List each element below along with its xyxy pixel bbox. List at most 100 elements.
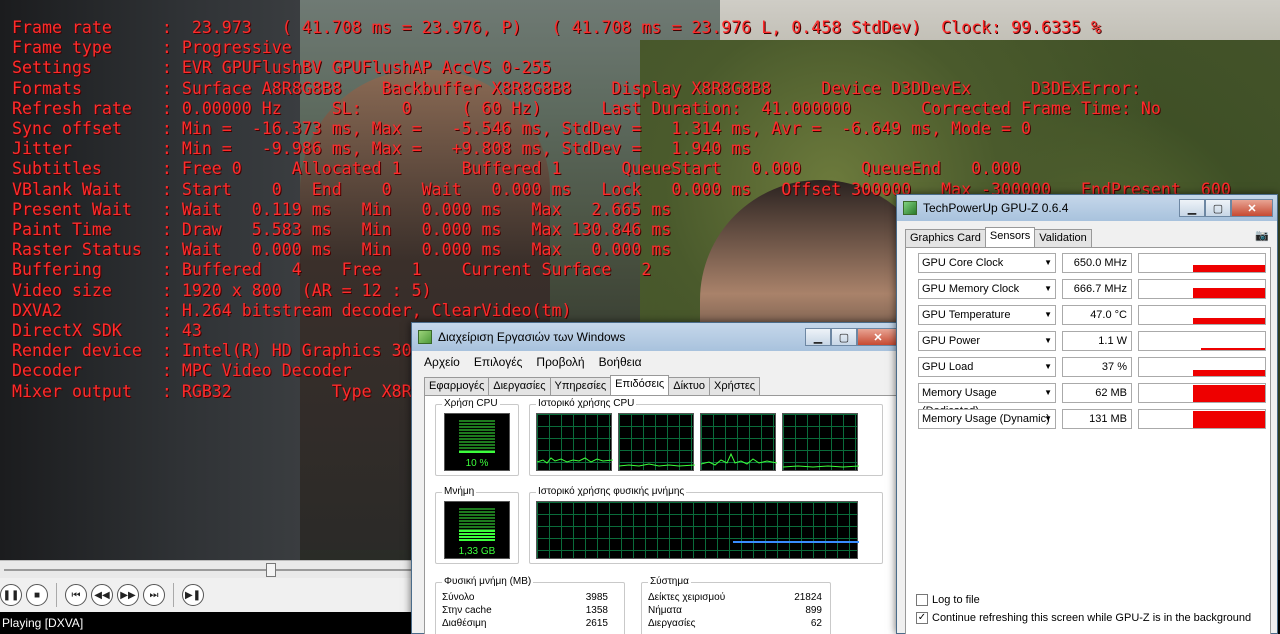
memory-history-label: Ιστορικό χρήσης φυσικής μνήμης xyxy=(536,486,687,497)
sensor-graph-bar xyxy=(1193,370,1265,376)
cpu-core-2-graph xyxy=(618,413,695,471)
stat-row: Διεργασίες 62 xyxy=(648,617,822,630)
menu-item[interactable]: Αρχείο xyxy=(424,355,460,369)
prev-button[interactable]: ⏮ xyxy=(65,584,87,606)
menu-item[interactable]: Επιλογές xyxy=(474,355,523,369)
forward-button[interactable]: ▶▶ xyxy=(117,584,139,606)
stat-label: Σύνολο xyxy=(442,592,475,603)
sensor-graph-bar xyxy=(1193,288,1265,298)
gpuz-maximize-button[interactable]: ▢ xyxy=(1205,199,1231,217)
next-button[interactable]: ⏭ xyxy=(143,584,165,606)
gpuz-title: TechPowerUp GPU-Z 0.6.4 xyxy=(923,201,1069,215)
sensor-row: GPU Load ▼ 37 % xyxy=(918,357,1266,379)
sensors-panel: GPU Core Clock ▼ 650.0 MHz GPU Memory Clock… xyxy=(905,247,1271,634)
sensor-name-dropdown[interactable]: GPU Temperature ▼ xyxy=(918,305,1056,325)
cpu-usage-label: Χρήση CPU xyxy=(442,398,500,409)
stat-label: Στην cache xyxy=(442,605,492,616)
menu-item[interactable]: Προβολή xyxy=(536,355,584,369)
tab-6[interactable]: Χρήστες xyxy=(709,377,761,395)
seek-track xyxy=(4,569,411,571)
sensor-value: 131 MB xyxy=(1062,409,1132,429)
stat-label: Νήματα xyxy=(648,605,682,616)
tab-1[interactable]: Εφαρμογές xyxy=(424,377,490,395)
log-to-file-checkbox[interactable]: Log to file xyxy=(916,594,980,606)
gpuz-tab-3[interactable]: Validation xyxy=(1034,229,1092,247)
memory-meter-fill xyxy=(459,530,495,542)
sensor-value: 1.1 W xyxy=(1062,331,1132,351)
task-manager-titlebar[interactable]: Διαχείριση Εργασιών των Windows ▁ ▢ ✕ xyxy=(412,323,903,351)
sensor-name: GPU Temperature xyxy=(922,309,1011,321)
osd-line: Frame rate : 23.973 ( 41.708 ms = 23.976… xyxy=(12,18,1101,37)
gpuz-tab-2[interactable]: Sensors xyxy=(984,227,1036,247)
stat-row: Διαθέσιμη 2615 xyxy=(442,617,608,630)
controls-separator xyxy=(173,583,174,607)
sensor-graph xyxy=(1138,357,1266,377)
cpu-meter-fill xyxy=(459,450,495,454)
osd-line: Sync offset : Min = -16.373 ms, Max = -5… xyxy=(12,119,1032,139)
rewind-button[interactable]: ◀◀ xyxy=(91,584,113,606)
tab-2[interactable]: Διεργασίες xyxy=(488,377,551,395)
gpuz-titlebar[interactable]: TechPowerUp GPU-Z 0.6.4 ▁ ▢ ✕ xyxy=(897,195,1277,221)
dropdown-arrow-icon: ▼ xyxy=(1044,414,1052,423)
tab-3[interactable]: Υπηρεσίες xyxy=(549,377,612,395)
sensor-name-dropdown[interactable]: Memory Usage (Dynamic) ▼ xyxy=(918,409,1056,429)
memory-history-graph xyxy=(536,501,859,559)
maximize-button[interactable]: ▢ xyxy=(831,328,857,346)
tab-4[interactable]: Επιδόσεις xyxy=(610,375,670,395)
seek-thumb[interactable] xyxy=(266,563,276,577)
tab-5[interactable]: Δίκτυο xyxy=(668,377,710,395)
sensor-name-dropdown[interactable]: Memory Usage (Dedicated)▼ xyxy=(918,383,1056,417)
pause-button[interactable]: ❚❚ xyxy=(0,584,22,606)
camera-icon[interactable]: 📷 xyxy=(1255,229,1269,242)
sensor-graph xyxy=(1138,305,1266,325)
system-stats: Δείκτες χειρισμού 21824 Νήματα 899 Διεργασίε… xyxy=(648,591,822,630)
sensor-name-dropdown[interactable]: GPU Memory Clock ▼ xyxy=(918,279,1056,299)
osd-line: Subtitles : Free 0 Allocated 1 Buffered … xyxy=(12,159,1022,179)
menu-item[interactable]: Βοήθεια xyxy=(599,355,642,369)
memory-history-group: Ιστορικό χρήσης φυσικής μνήμης xyxy=(529,486,883,564)
stop-button[interactable]: ■ xyxy=(26,584,48,606)
sensor-graph xyxy=(1138,279,1266,299)
dropdown-arrow-icon: ▼ xyxy=(1044,310,1052,319)
task-manager-window[interactable]: Διαχείριση Εργασιών των Windows ▁ ▢ ✕ Αρ… xyxy=(411,322,904,634)
continue-refresh-box[interactable]: ✓ xyxy=(916,612,928,624)
gpuz-window[interactable]: TechPowerUp GPU-Z 0.6.4 ▁ ▢ ✕ Graphics C… xyxy=(896,194,1278,634)
task-manager-menu: Αρχείο Επιλογές Προβολή Βοήθεια xyxy=(412,351,903,373)
frame-step-button[interactable]: ▶❚ xyxy=(182,584,204,606)
gpuz-close-button[interactable]: ✕ xyxy=(1231,199,1273,217)
sensor-graph-bar xyxy=(1193,385,1265,402)
stat-label: Διαθέσιμη xyxy=(442,618,487,629)
stat-value: 21824 xyxy=(794,592,822,603)
gpuz-minimize-button[interactable]: ▁ xyxy=(1179,199,1205,217)
dropdown-arrow-icon: ▼ xyxy=(1044,362,1052,371)
sensor-value: 47.0 °C xyxy=(1062,305,1132,325)
sensor-name-dropdown[interactable]: GPU Load ▼ xyxy=(918,357,1056,377)
sensor-graph xyxy=(1138,331,1266,351)
task-manager-title: Διαχείριση Εργασιών των Windows xyxy=(438,330,626,344)
sensor-name-dropdown[interactable]: GPU Core Clock ▼ xyxy=(918,253,1056,273)
desktop: Frame rate : 23.973 ( 41.708 ms = 23.976… xyxy=(0,0,1280,634)
osd-line: Frame type : Progressive xyxy=(12,38,292,58)
osd-line: Settings : EVR GPUFlushBV GPUFlushAP Acc… xyxy=(12,58,552,78)
minimize-button[interactable]: ▁ xyxy=(805,328,831,346)
sensor-name-dropdown[interactable]: GPU Power ▼ xyxy=(918,331,1056,351)
memory-group: Μνήμη 1,33 GB xyxy=(435,486,519,564)
osd-line: Refresh rate : 0.00000 Hz SL: 0 ( 60 Hz)… xyxy=(12,98,1161,118)
system-group: Σύστημα Δείκτες χειρισμού 21824 Νήματα 899 Δ… xyxy=(641,576,831,634)
player-status: Playing [DXVA] xyxy=(0,612,415,634)
seek-bar[interactable] xyxy=(0,560,415,578)
osd-line: Formats : Surface A8R8G8B8 Backbuffer X8… xyxy=(12,78,1141,98)
log-to-file-box[interactable] xyxy=(916,594,928,606)
stat-row: Δείκτες χειρισμού 21824 xyxy=(648,591,822,604)
dropdown-arrow-icon: ▼ xyxy=(1044,258,1052,267)
stat-label: Δείκτες χειρισμού xyxy=(648,592,726,603)
sensor-row: Memory Usage (Dedicated)▼ 62 MB xyxy=(918,383,1266,417)
physical-memory-label: Φυσική μνήμη (MB) xyxy=(442,576,534,587)
player-controls: ❚❚ ■ ⏮ ◀◀ ▶▶ ⏭ ▶❚ xyxy=(0,578,415,612)
continue-refresh-checkbox[interactable]: ✓ Continue refreshing this screen while … xyxy=(916,612,1251,624)
physical-memory-group: Φυσική μνήμη (MB) Σύνολο 3985 Στην cache 13… xyxy=(435,576,625,634)
gpuz-tab-1[interactable]: Graphics Card xyxy=(905,229,986,247)
close-button[interactable]: ✕ xyxy=(857,328,899,346)
cpu-core-4-graph xyxy=(782,413,859,471)
sensor-name: GPU Load xyxy=(922,361,974,373)
